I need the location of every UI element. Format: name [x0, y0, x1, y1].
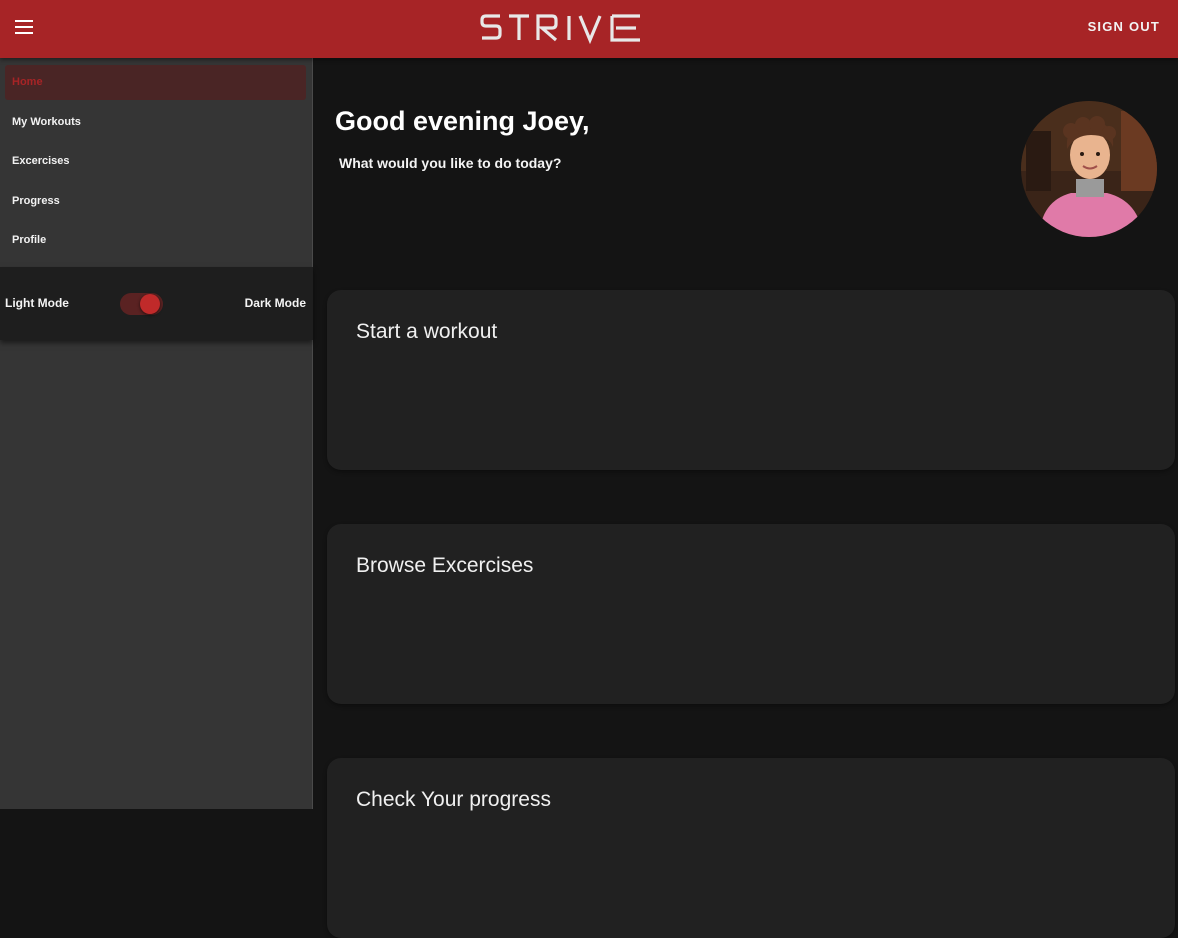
menu-button[interactable] — [8, 11, 40, 43]
sidebar-item-progress[interactable]: Progress — [5, 184, 306, 219]
dark-mode-label: Dark Mode — [244, 296, 306, 310]
check-progress-card[interactable]: Check Your progress — [327, 758, 1175, 938]
toggle-thumb — [140, 294, 160, 314]
sidebar-item-home[interactable]: Home — [5, 65, 306, 100]
theme-mode-panel: Light Mode Dark Mode — [0, 267, 313, 340]
app-logo — [480, 12, 644, 45]
card-title: Browse Excercises — [356, 554, 534, 577]
sign-out-button[interactable]: SIGN OUT — [1088, 19, 1160, 34]
greeting-heading: Good evening Joey, — [335, 106, 590, 136]
card-title: Check Your progress — [356, 788, 551, 811]
sidebar-item-excercises[interactable]: Excercises — [5, 144, 306, 179]
start-workout-card[interactable]: Start a workout — [327, 290, 1175, 470]
light-mode-label: Light Mode — [5, 296, 69, 310]
sidebar-item-profile[interactable]: Profile — [5, 223, 306, 258]
user-avatar[interactable] — [1021, 101, 1157, 237]
user-avatar-photo — [1021, 101, 1157, 237]
browse-excercises-card[interactable]: Browse Excercises — [327, 524, 1175, 704]
dark-mode-toggle[interactable] — [120, 292, 163, 316]
hamburger-menu-icon — [15, 20, 33, 34]
card-title: Start a workout — [356, 320, 498, 343]
sidebar-item-my-workouts[interactable]: My Workouts — [5, 105, 306, 140]
strive-logo-wordmark — [480, 14, 640, 45]
greeting-subtitle: What would you like to do today? — [339, 155, 562, 171]
app-bar: SIGN OUT — [0, 0, 1178, 58]
sidebar-nav: Home My Workouts Excercises Progress Pro… — [0, 58, 313, 809]
